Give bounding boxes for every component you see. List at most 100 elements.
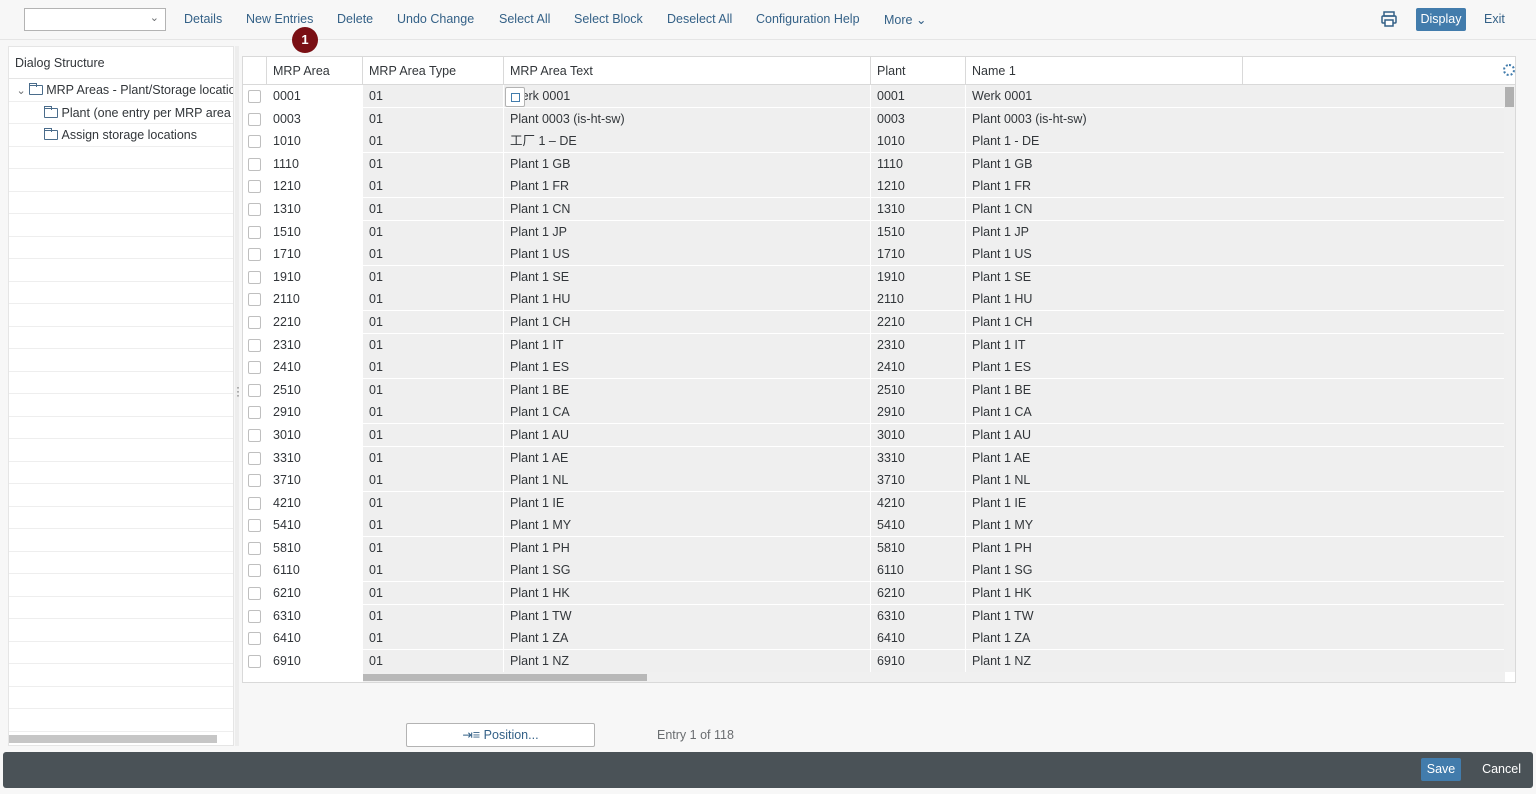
cell-mrp-area-text[interactable]: Plant 1 AE	[504, 446, 871, 469]
cell-mrp-area-type[interactable]: 01	[363, 175, 504, 198]
select-column-header[interactable]	[243, 57, 267, 85]
cell-plant[interactable]: 6310	[871, 604, 966, 627]
cell-plant[interactable]: 0003	[871, 107, 966, 130]
row-selector[interactable]	[243, 604, 267, 627]
table-row[interactable]: 1310 01 Plant 1 CN 1310 Plant 1 CN	[243, 197, 1505, 221]
row-selector[interactable]	[243, 265, 267, 288]
cell-mrp-area-text[interactable]: Plant 1 CA	[504, 401, 871, 424]
display-button[interactable]: Display	[1416, 8, 1466, 31]
row-checkbox[interactable]	[248, 474, 261, 488]
row-checkbox[interactable]	[248, 632, 261, 646]
position-button[interactable]: ⇥≡ Position...	[406, 723, 595, 747]
cell-name-1[interactable]: Plant 1 ZA	[966, 627, 1505, 650]
row-selector[interactable]	[243, 469, 267, 492]
cell-plant[interactable]: 3010	[871, 423, 966, 446]
tree-item-mrp-areas[interactable]: ⌄ MRP Areas - Plant/Storage locatio	[9, 79, 233, 102]
tree-item-storage-locations[interactable]: Assign storage locations	[9, 124, 233, 147]
row-checkbox[interactable]	[248, 338, 261, 352]
cell-name-1[interactable]: Plant 1 TW	[966, 604, 1505, 627]
cell-mrp-area-text[interactable]: Plant 1 ZA	[504, 627, 871, 650]
cell-mrp-area-type[interactable]: 01	[363, 423, 504, 446]
row-selector[interactable]	[243, 649, 267, 672]
configuration-help-button[interactable]: Configuration Help	[756, 12, 860, 26]
table-settings-icon[interactable]	[1503, 64, 1515, 76]
row-selector[interactable]	[243, 559, 267, 582]
row-selector[interactable]	[243, 378, 267, 401]
cell-mrp-area-type[interactable]: 01	[363, 649, 504, 672]
save-button[interactable]: Save	[1421, 758, 1461, 781]
cell-mrp-area-text[interactable]: Plant 1 PH	[504, 536, 871, 559]
table-vertical-scrollbar[interactable]	[1504, 85, 1515, 672]
cell-mrp-area-text[interactable]: Plant 1 MY	[504, 514, 871, 537]
cell-plant[interactable]: 1910	[871, 265, 966, 288]
cell-name-1[interactable]: Plant 1 - DE	[966, 130, 1505, 153]
cell-mrp-area-text[interactable]: Plant 1 IE	[504, 491, 871, 514]
row-checkbox[interactable]	[248, 361, 261, 375]
cell-plant[interactable]: 1510	[871, 220, 966, 243]
table-row[interactable]: 1010 01 工厂 1 – DE 1010 Plant 1 - DE	[243, 130, 1505, 153]
cell-mrp-area-type[interactable]: 01	[363, 356, 504, 379]
row-checkbox[interactable]	[248, 383, 261, 397]
row-checkbox[interactable]	[248, 225, 261, 239]
row-checkbox[interactable]	[248, 654, 261, 668]
more-button[interactable]: More ⌄	[884, 12, 926, 27]
row-selector[interactable]	[243, 85, 267, 107]
column-header-name-1[interactable]: Name 1	[966, 57, 1243, 85]
row-checkbox[interactable]	[248, 519, 261, 533]
cell-mrp-area-type[interactable]: 01	[363, 627, 504, 650]
cell-name-1[interactable]: Plant 1 SE	[966, 265, 1505, 288]
cell-name-1[interactable]: Plant 1 SG	[966, 559, 1505, 582]
table-row[interactable]: 5410 01 Plant 1 MY 5410 Plant 1 MY	[243, 514, 1505, 537]
row-selector[interactable]	[243, 536, 267, 559]
cell-plant[interactable]: 1110	[871, 152, 966, 175]
column-header-mrp-area-text[interactable]: MRP Area Text	[504, 57, 871, 85]
row-selector[interactable]	[243, 130, 267, 153]
table-row[interactable]: 4210 01 Plant 1 IE 4210 Plant 1 IE	[243, 491, 1505, 515]
cell-name-1[interactable]: Plant 1 CH	[966, 310, 1505, 333]
select-block-button[interactable]: Select Block	[574, 12, 643, 26]
cell-name-1[interactable]: Plant 1 IE	[966, 491, 1505, 514]
cell-mrp-area-type[interactable]: 01	[363, 446, 504, 469]
table-row[interactable]: 2910 01 Plant 1 CA 2910 Plant 1 CA	[243, 401, 1505, 424]
cell-plant[interactable]: 1310	[871, 197, 966, 220]
cell-mrp-area-text[interactable]: Plant 1 JP	[504, 220, 871, 243]
value-help-icon[interactable]	[505, 87, 525, 107]
column-header-mrp-area-type[interactable]: MRP Area Type	[363, 57, 504, 85]
cell-mrp-area-text[interactable]: Plant 1 HK	[504, 582, 871, 605]
exit-button[interactable]: Exit	[1484, 12, 1505, 26]
cell-mrp-area-type[interactable]: 01	[363, 130, 504, 153]
cell-mrp-area-text[interactable]: Plant 1 IT	[504, 333, 871, 356]
row-checkbox[interactable]	[248, 428, 261, 442]
cell-name-1[interactable]: Plant 1 HK	[966, 582, 1505, 605]
row-checkbox[interactable]	[248, 564, 261, 578]
cell-plant[interactable]: 2410	[871, 356, 966, 379]
table-row[interactable]: 2110 01 Plant 1 HU 2110 Plant 1 HU	[243, 288, 1505, 311]
cell-mrp-area-type[interactable]: 01	[363, 514, 504, 537]
row-selector[interactable]	[243, 491, 267, 514]
cell-name-1[interactable]: Plant 1 BE	[966, 378, 1505, 401]
cell-mrp-area-type[interactable]: 01	[363, 107, 504, 130]
table-row[interactable]: 2210 01 Plant 1 CH 2210 Plant 1 CH	[243, 310, 1505, 334]
row-selector[interactable]	[243, 243, 267, 266]
table-row[interactable]: 6310 01 Plant 1 TW 6310 Plant 1 TW	[243, 604, 1505, 628]
table-row[interactable]: 5810 01 Plant 1 PH 5810 Plant 1 PH	[243, 536, 1505, 560]
row-selector[interactable]	[243, 446, 267, 469]
table-row[interactable]: 1910 01 Plant 1 SE 1910 Plant 1 SE	[243, 265, 1505, 289]
cell-mrp-area-text[interactable]: Plant 1 US	[504, 243, 871, 266]
row-checkbox[interactable]	[248, 496, 261, 510]
cell-name-1[interactable]: Plant 1 NZ	[966, 649, 1505, 672]
splitter-handle-icon[interactable]: · · ·	[236, 381, 240, 401]
cell-name-1[interactable]: Plant 0003 (is-ht-sw)	[966, 107, 1505, 130]
cell-mrp-area-text[interactable]: Plant 1 TW	[504, 604, 871, 627]
cell-plant[interactable]: 2210	[871, 310, 966, 333]
cell-plant[interactable]: 1710	[871, 243, 966, 266]
tree-item-plant[interactable]: Plant (one entry per MRP area	[9, 102, 233, 124]
cell-mrp-area-text[interactable]: Plant 1 HU	[504, 288, 871, 311]
row-selector[interactable]	[243, 514, 267, 537]
select-all-button[interactable]: Select All	[499, 12, 550, 26]
scrollbar-thumb[interactable]	[363, 674, 647, 681]
table-row[interactable]: 0003 01 Plant 0003 (is-ht-sw) 0003 Plant 000…	[243, 107, 1505, 131]
table-row[interactable]: 3010 01 Plant 1 AU 3010 Plant 1 AU	[243, 423, 1505, 447]
cell-mrp-area-text[interactable]: Plant 1 SE	[504, 265, 871, 288]
dialog-horizontal-scrollbar[interactable]	[9, 735, 217, 743]
